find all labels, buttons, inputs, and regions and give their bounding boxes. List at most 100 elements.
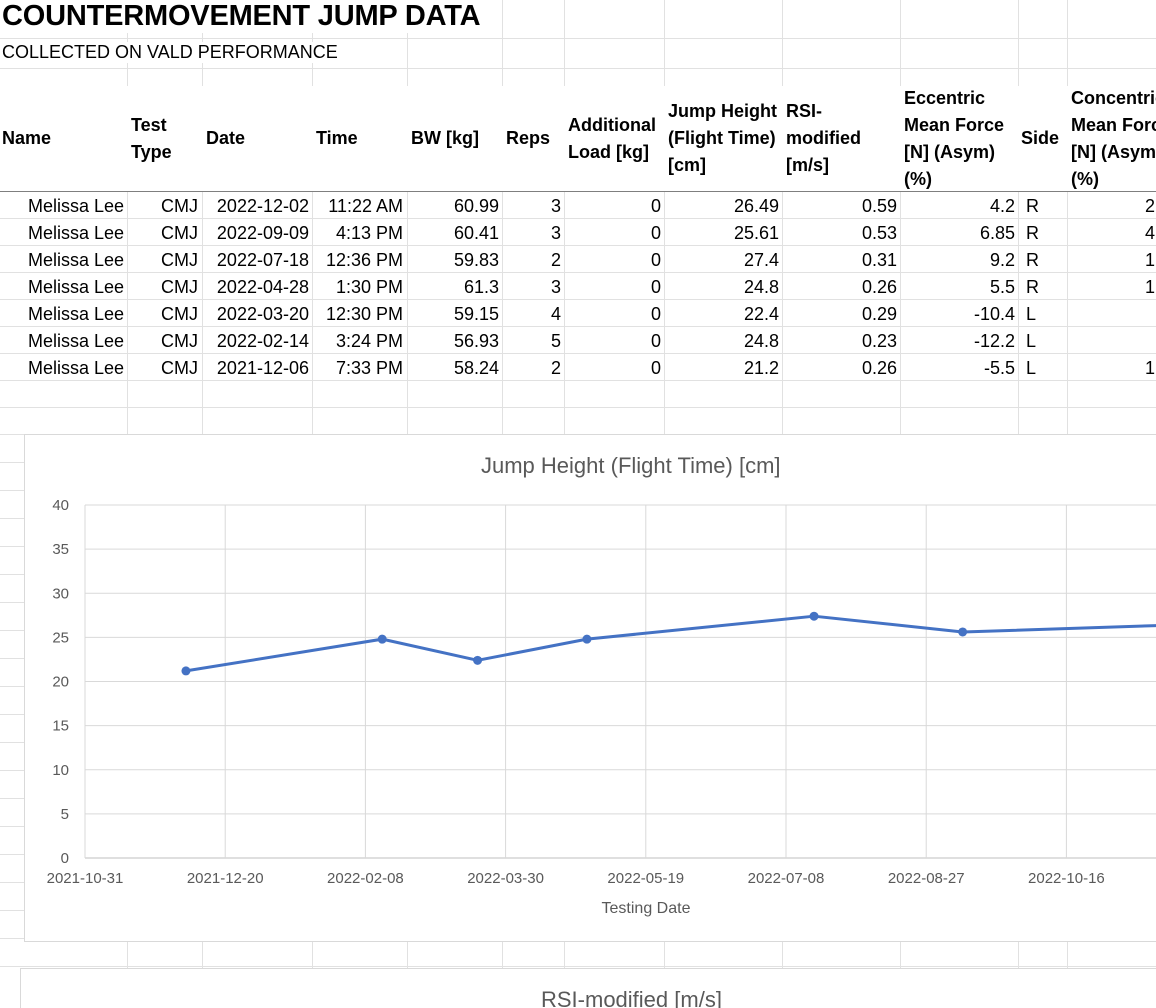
header-col-concentric-mean-force[interactable]: Concentric Mean Force [N] (Asym) (%) (1071, 86, 1156, 191)
cell-bw[interactable]: 60.41 (454, 220, 499, 246)
cell-additional-load[interactable]: 0 (651, 274, 661, 300)
cell-bw[interactable]: 59.83 (454, 247, 499, 273)
cell-eccentric-mean-force[interactable]: -5.5 (984, 355, 1015, 381)
cell-side[interactable]: R (1026, 274, 1039, 300)
cell-jump-height[interactable]: 24.8 (744, 328, 779, 354)
cell-test-type[interactable]: CMJ (161, 328, 198, 354)
cell-date[interactable]: 2021-12-06 (217, 355, 309, 381)
header-col-name[interactable]: Name (2, 86, 126, 191)
cell-test-type[interactable]: CMJ (161, 301, 198, 327)
cell-name[interactable]: Melissa Lee (28, 328, 124, 354)
table-row[interactable]: Melissa Lee CMJ 2022-07-18 12:36 PM 59.83 2 0 2… (0, 247, 1156, 274)
cell-eccentric-mean-force[interactable]: -12.2 (974, 328, 1015, 354)
cell-eccentric-mean-force[interactable]: 5.5 (990, 274, 1015, 300)
rsi-modified-chart[interactable]: RSI-modified [m/s] (20, 968, 1156, 1008)
cell-reps[interactable]: 4 (551, 301, 561, 327)
sheet-subtitle[interactable]: COLLECTED ON VALD PERFORMANCE (2, 42, 342, 63)
table-row[interactable]: Melissa Lee CMJ 2021-12-06 7:33 PM 58.24 2 0 21… (0, 355, 1156, 382)
table-row[interactable]: Melissa Lee CMJ 2022-09-09 4:13 PM 60.41 3 0 25… (0, 220, 1156, 247)
cell-rsi-modified[interactable]: 0.23 (862, 328, 897, 354)
cell-rsi-modified[interactable]: 0.31 (862, 247, 897, 273)
cell-name[interactable]: Melissa Lee (28, 355, 124, 381)
header-col-test-type[interactable]: Test Type (131, 86, 201, 191)
cell-concentric-mean-force[interactable]: 1 (1145, 274, 1155, 300)
cell-jump-height[interactable]: 26.49 (734, 193, 779, 219)
cell-test-type[interactable]: CMJ (161, 220, 198, 246)
cell-rsi-modified[interactable]: 0.26 (862, 355, 897, 381)
header-col-eccentric-mean-force[interactable]: Eccentric Mean Force [N] (Asym) (%) (904, 86, 1018, 191)
cell-time[interactable]: 4:13 PM (336, 220, 403, 246)
cell-bw[interactable]: 61.3 (464, 274, 499, 300)
cell-concentric-mean-force[interactable]: 2 (1145, 193, 1155, 219)
cell-side[interactable]: R (1026, 220, 1039, 246)
cell-date[interactable]: 2022-04-28 (217, 274, 309, 300)
cell-test-type[interactable]: CMJ (161, 355, 198, 381)
cell-reps[interactable]: 2 (551, 355, 561, 381)
cell-date[interactable]: 2022-03-20 (217, 301, 309, 327)
cell-jump-height[interactable]: 22.4 (744, 301, 779, 327)
cell-eccentric-mean-force[interactable]: 4.2 (990, 193, 1015, 219)
cell-time[interactable]: 12:36 PM (326, 247, 403, 273)
cell-bw[interactable]: 59.15 (454, 301, 499, 327)
cell-name[interactable]: Melissa Lee (28, 193, 124, 219)
cell-date[interactable]: 2022-07-18 (217, 247, 309, 273)
cell-test-type[interactable]: CMJ (161, 193, 198, 219)
header-col-bw[interactable]: BW [kg] (411, 86, 501, 191)
cell-side[interactable]: L (1026, 301, 1036, 327)
cell-eccentric-mean-force[interactable]: 6.85 (980, 220, 1015, 246)
cell-bw[interactable]: 56.93 (454, 328, 499, 354)
cell-eccentric-mean-force[interactable]: 9.2 (990, 247, 1015, 273)
cell-additional-load[interactable]: 0 (651, 355, 661, 381)
cell-test-type[interactable]: CMJ (161, 274, 198, 300)
spreadsheet-sheet[interactable]: COUNTERMOVEMENT JUMP DATA COLLECTED ON V… (0, 0, 1156, 1008)
cell-time[interactable]: 12:30 PM (326, 301, 403, 327)
table-row[interactable]: Melissa Lee CMJ 2022-02-14 3:24 PM 56.93 5 0 24… (0, 328, 1156, 355)
table-row[interactable]: Melissa Lee CMJ 2022-03-20 12:30 PM 59.15 4 0 2… (0, 301, 1156, 328)
cell-date[interactable]: 2022-02-14 (217, 328, 309, 354)
cell-bw[interactable]: 58.24 (454, 355, 499, 381)
header-col-side[interactable]: Side (1021, 86, 1067, 191)
header-col-reps[interactable]: Reps (506, 86, 562, 191)
cell-name[interactable]: Melissa Lee (28, 220, 124, 246)
header-col-rsi-modified[interactable]: RSI- modified [m/s] (786, 86, 898, 191)
cell-reps[interactable]: 5 (551, 328, 561, 354)
cell-jump-height[interactable]: 25.61 (734, 220, 779, 246)
cell-reps[interactable]: 3 (551, 274, 561, 300)
cell-test-type[interactable]: CMJ (161, 247, 198, 273)
cell-bw[interactable]: 60.99 (454, 193, 499, 219)
header-col-date[interactable]: Date (206, 86, 310, 191)
cell-additional-load[interactable]: 0 (651, 328, 661, 354)
header-col-jump-height[interactable]: Jump Height (Flight Time) [cm] (668, 86, 782, 191)
cell-rsi-modified[interactable]: 0.26 (862, 274, 897, 300)
cell-additional-load[interactable]: 0 (651, 220, 661, 246)
cell-name[interactable]: Melissa Lee (28, 247, 124, 273)
cell-side[interactable]: R (1026, 193, 1039, 219)
cell-concentric-mean-force[interactable]: 1 (1145, 355, 1155, 381)
cell-rsi-modified[interactable]: 0.29 (862, 301, 897, 327)
cell-concentric-mean-force[interactable]: 4 (1145, 220, 1155, 246)
header-col-additional-load[interactable]: Additional Load [kg] (568, 86, 664, 191)
table-row[interactable]: Melissa Lee CMJ 2022-12-02 11:22 AM 60.99 3 0 2… (0, 193, 1156, 220)
cell-jump-height[interactable]: 27.4 (744, 247, 779, 273)
cell-name[interactable]: Melissa Lee (28, 301, 124, 327)
sheet-title[interactable]: COUNTERMOVEMENT JUMP DATA (2, 0, 487, 33)
cell-concentric-mean-force[interactable]: 1 (1145, 247, 1155, 273)
cell-jump-height[interactable]: 24.8 (744, 274, 779, 300)
cell-rsi-modified[interactable]: 0.53 (862, 220, 897, 246)
cell-side[interactable]: R (1026, 247, 1039, 273)
jump-height-chart[interactable]: Jump Height (Flight Time) [cm] 0 5 10 15 20 2… (24, 434, 1156, 942)
cell-reps[interactable]: 3 (551, 220, 561, 246)
cell-side[interactable]: L (1026, 328, 1036, 354)
cell-rsi-modified[interactable]: 0.59 (862, 193, 897, 219)
cell-reps[interactable]: 3 (551, 193, 561, 219)
table-row[interactable]: Melissa Lee CMJ 2022-04-28 1:30 PM 61.3 3 0 24.… (0, 274, 1156, 301)
cell-reps[interactable]: 2 (551, 247, 561, 273)
cell-side[interactable]: L (1026, 355, 1036, 381)
cell-jump-height[interactable]: 21.2 (744, 355, 779, 381)
cell-eccentric-mean-force[interactable]: -10.4 (974, 301, 1015, 327)
cell-date[interactable]: 2022-12-02 (217, 193, 309, 219)
cell-time[interactable]: 11:22 AM (328, 193, 403, 219)
cell-name[interactable]: Melissa Lee (28, 274, 124, 300)
header-col-time[interactable]: Time (316, 86, 406, 191)
cell-additional-load[interactable]: 0 (651, 301, 661, 327)
